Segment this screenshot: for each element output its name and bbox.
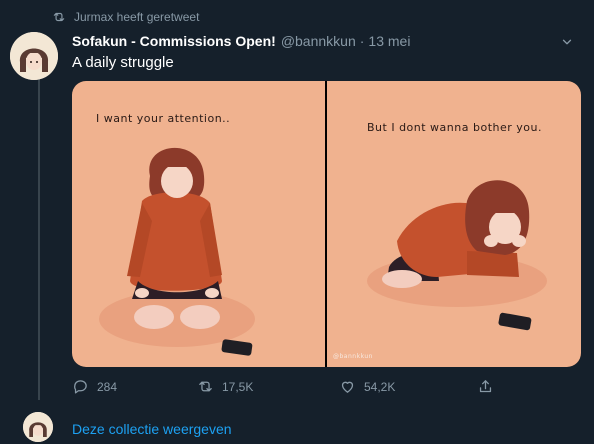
reply-count: 284 [97, 379, 118, 394]
tweet-header: Sofakun - Commissions Open! @bannkkun · … [72, 33, 574, 49]
like-icon [341, 381, 354, 393]
retweet-button[interactable]: 17,5K [197, 378, 339, 395]
girl-sitting-illustration [99, 147, 255, 356]
retweet-label: Jurmax heeft geretweet [74, 10, 200, 24]
retweet-action-icon [199, 381, 212, 392]
tweet-media[interactable]: I want your attention.. But I dont wanna… [72, 81, 581, 367]
girl-lying-illustration [367, 180, 547, 331]
thread-line [38, 78, 40, 400]
retweet-context[interactable]: Jurmax heeft geretweet [52, 10, 199, 24]
reply-button[interactable]: 284 [72, 378, 197, 395]
watermark: @bannkkun [333, 353, 373, 360]
separator: · [359, 33, 365, 49]
tweet-actions: 284 17,5K 54,2K [72, 378, 502, 395]
like-button[interactable]: 54,2K [339, 378, 477, 395]
display-name[interactable]: Sofakun - Commissions Open! [72, 33, 276, 49]
reply-icon [74, 380, 87, 394]
show-collection-link[interactable]: Deze collectie weergeven [72, 421, 232, 437]
chevron-down-icon[interactable] [560, 35, 574, 49]
share-button[interactable] [477, 378, 494, 395]
avatar[interactable] [10, 32, 58, 80]
timestamp[interactable]: 13 mei [368, 33, 410, 49]
tweet-text: A daily struggle [72, 54, 174, 71]
thread-avatar[interactable] [23, 412, 53, 442]
retweet-count: 17,5K [222, 379, 254, 394]
like-count: 54,2K [364, 379, 396, 394]
media-right-panel[interactable]: But I dont wanna bother you. @bannkkun [327, 81, 581, 367]
retweet-icon [53, 12, 65, 22]
media-left-panel[interactable]: I want your attention.. [72, 81, 325, 367]
share-icon [479, 380, 492, 393]
handle[interactable]: @bannkkun [281, 33, 356, 49]
